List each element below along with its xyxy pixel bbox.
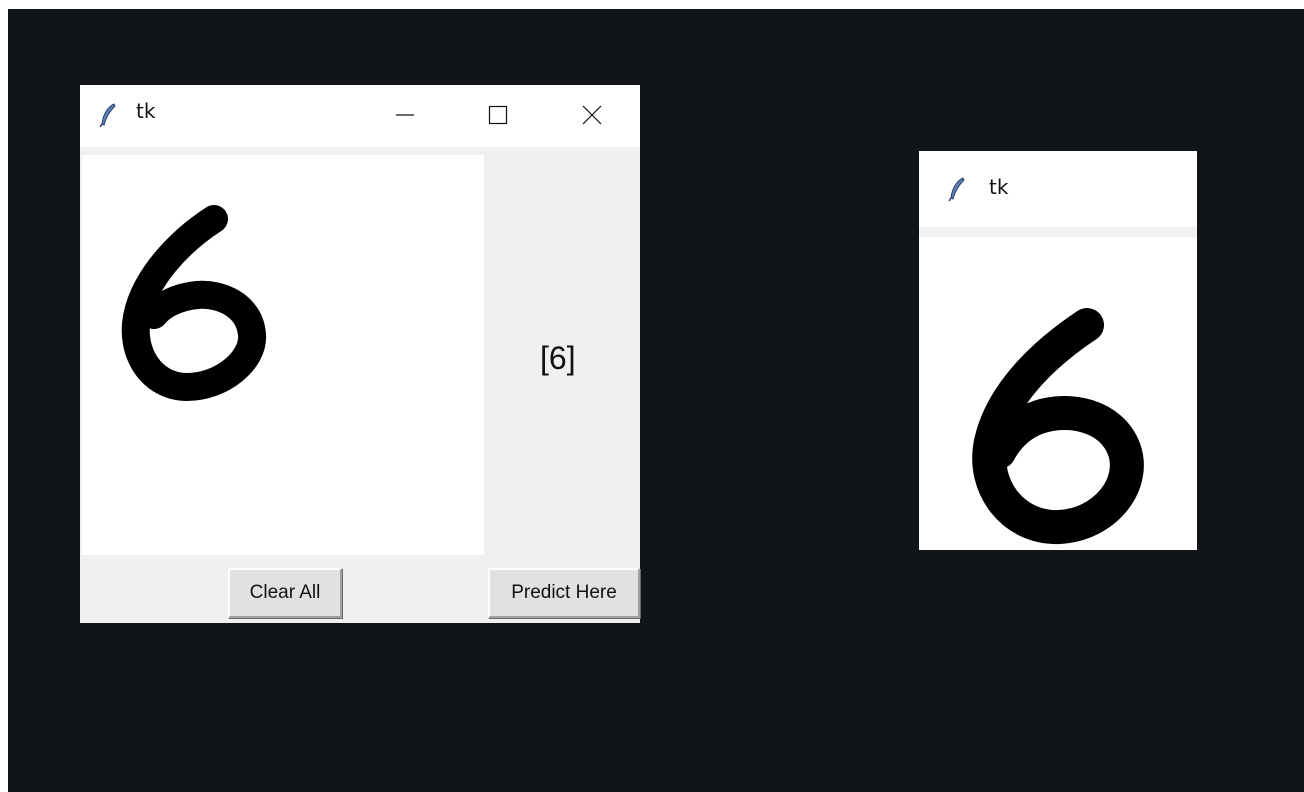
feather-icon: [99, 103, 116, 127]
maximize-icon: [488, 105, 508, 125]
maximize-button[interactable]: [478, 97, 518, 133]
window-title: tk: [136, 99, 156, 123]
prediction-label: [6]: [540, 340, 576, 376]
preview-window-titlebar[interactable]: tk: [919, 151, 1197, 227]
preview-window: tk: [919, 151, 1197, 550]
preview-image: [919, 237, 1197, 550]
close-icon: [582, 105, 602, 125]
clear-all-button[interactable]: Clear All: [228, 568, 342, 618]
minimize-button[interactable]: [385, 97, 425, 133]
close-button[interactable]: [572, 97, 612, 133]
main-window: tk [6] Clear All Predict Here: [80, 85, 640, 623]
main-window-titlebar[interactable]: tk: [80, 85, 640, 147]
drawing-canvas[interactable]: [82, 155, 484, 555]
predict-here-button[interactable]: Predict Here: [488, 568, 640, 618]
feather-icon: [948, 177, 965, 201]
window-title: tk: [989, 175, 1009, 199]
preview-digit: [972, 308, 1144, 544]
minimize-icon: [396, 114, 414, 116]
drawn-digit: [121, 205, 266, 401]
